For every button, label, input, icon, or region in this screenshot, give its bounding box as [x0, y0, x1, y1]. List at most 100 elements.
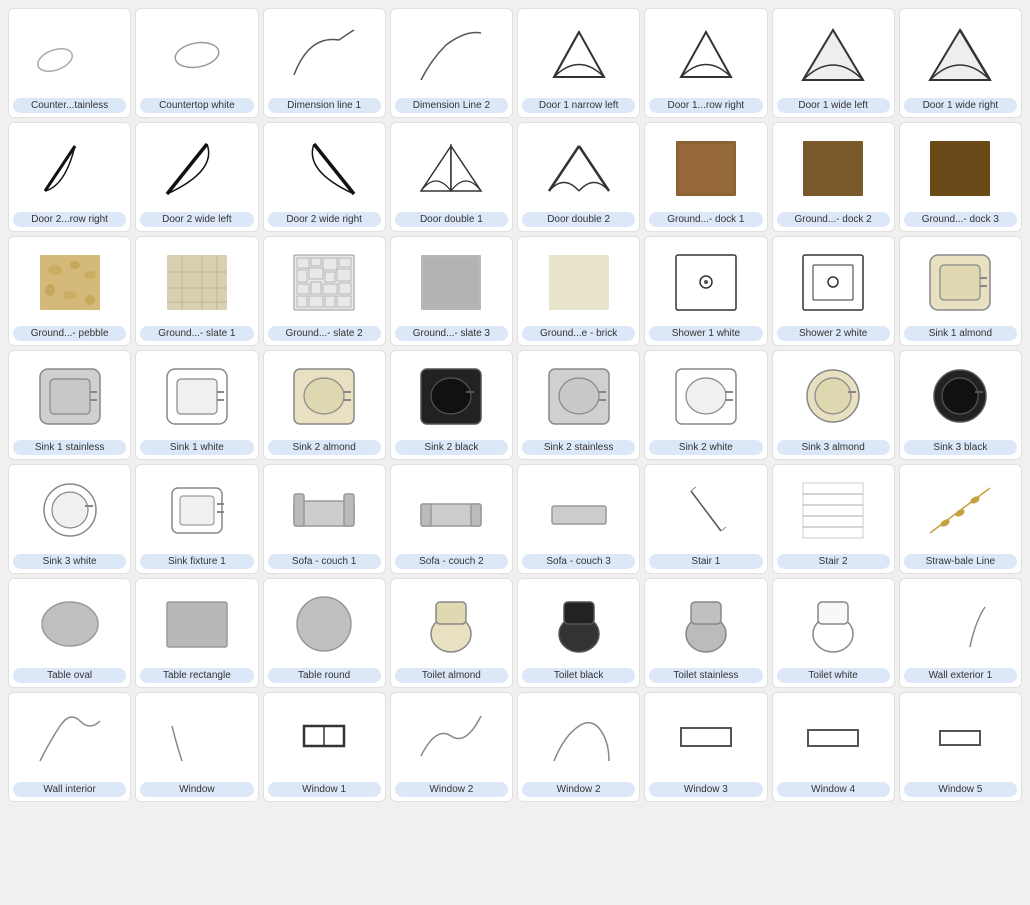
icon-table-round — [268, 585, 381, 664]
grid-cell-window[interactable]: Window — [135, 692, 258, 802]
grid-cell-wall-exterior-1[interactable]: Wall exterior 1 — [899, 578, 1022, 688]
grid-cell-ground-slate-3[interactable]: Ground...- slate 3 — [390, 236, 513, 346]
grid-cell-window-5[interactable]: Window 5 — [899, 692, 1022, 802]
grid-cell-window-1[interactable]: Window 1 — [263, 692, 386, 802]
grid-cell-stair-2[interactable]: Stair 2 — [772, 464, 895, 574]
cell-label-sink-2-black: Sink 2 black — [395, 440, 508, 455]
grid-cell-toilet-black[interactable]: Toilet black — [517, 578, 640, 688]
grid-cell-wall-interior[interactable]: Wall interior — [8, 692, 131, 802]
grid-cell-door-2-wide-left[interactable]: Door 2 wide left — [135, 122, 258, 232]
icon-sink-3-white — [13, 471, 126, 550]
icon-sink-2-stainless — [522, 357, 635, 436]
cell-label-door-1-wide-right: Door 1 wide right — [904, 98, 1017, 113]
cell-label-ground-slate-3: Ground...- slate 3 — [395, 326, 508, 341]
grid-cell-door-1-wide-left[interactable]: Door 1 wide left — [772, 8, 895, 118]
cell-label-dimension-line-1: Dimension line 1 — [268, 98, 381, 113]
icon-ground-brick — [522, 243, 635, 322]
icon-door-double-2 — [522, 129, 635, 208]
grid-cell-dimension-line-1[interactable]: Dimension line 1 — [263, 8, 386, 118]
cell-label-table-round: Table round — [268, 668, 381, 683]
grid-cell-table-rectangle[interactable]: Table rectangle — [135, 578, 258, 688]
icon-countertop-stainless — [13, 15, 126, 94]
cell-label-stair-2: Stair 2 — [777, 554, 890, 569]
cell-label-dimension-line-2: Dimension Line 2 — [395, 98, 508, 113]
grid-cell-ground-slate-2[interactable]: Ground...- slate 2 — [263, 236, 386, 346]
icon-door-1-wide-right — [904, 15, 1017, 94]
grid-cell-sink-3-almond[interactable]: Sink 3 almond — [772, 350, 895, 460]
grid-cell-sofa-couch-1[interactable]: Sofa - couch 1 — [263, 464, 386, 574]
grid-cell-ground-dock-1[interactable]: Ground...- dock 1 — [644, 122, 767, 232]
grid-cell-countertop-stainless[interactable]: Counter...tainless — [8, 8, 131, 118]
cell-label-countertop-white: Countertop white — [140, 98, 253, 113]
icon-window-5 — [904, 699, 1017, 778]
grid-cell-table-round[interactable]: Table round — [263, 578, 386, 688]
icon-door-2-wide-right — [268, 129, 381, 208]
icon-straw-bale-line — [904, 471, 1017, 550]
grid-cell-table-oval[interactable]: Table oval — [8, 578, 131, 688]
cell-label-door-1-narrow-left: Door 1 narrow left — [522, 98, 635, 113]
grid-cell-window-2b[interactable]: Window 2 — [517, 692, 640, 802]
cell-label-wall-interior: Wall interior — [13, 782, 126, 797]
grid-cell-window-2[interactable]: Window 2 — [390, 692, 513, 802]
cell-label-shower-1-white: Shower 1 white — [649, 326, 762, 341]
grid-cell-ground-pebble[interactable]: Ground...- pebble — [8, 236, 131, 346]
icon-sink-fixture-1 — [140, 471, 253, 550]
grid-cell-sink-1-almond[interactable]: Sink 1 almond — [899, 236, 1022, 346]
grid-cell-sofa-couch-2[interactable]: Sofa - couch 2 — [390, 464, 513, 574]
grid-cell-sink-3-white[interactable]: Sink 3 white — [8, 464, 131, 574]
icon-grid: Counter...tainless Countertop white Dimens… — [0, 0, 1030, 810]
grid-cell-toilet-stainless[interactable]: Toilet stainless — [644, 578, 767, 688]
cell-label-sink-2-stainless: Sink 2 stainless — [522, 440, 635, 455]
cell-label-window-1: Window 1 — [268, 782, 381, 797]
grid-cell-stair-1[interactable]: Stair 1 — [644, 464, 767, 574]
grid-cell-sofa-couch-3[interactable]: Sofa - couch 3 — [517, 464, 640, 574]
grid-cell-door-2-wide-right[interactable]: Door 2 wide right — [263, 122, 386, 232]
icon-sink-1-almond — [904, 243, 1017, 322]
grid-cell-sink-3-black[interactable]: Sink 3 black — [899, 350, 1022, 460]
grid-cell-straw-bale-line[interactable]: Straw-bale Line — [899, 464, 1022, 574]
icon-countertop-white — [140, 15, 253, 94]
grid-cell-sink-2-white[interactable]: Sink 2 white — [644, 350, 767, 460]
grid-cell-sink-2-almond[interactable]: Sink 2 almond — [263, 350, 386, 460]
grid-cell-door-1-narrow-left[interactable]: Door 1 narrow left — [517, 8, 640, 118]
icon-door-2-wide-left — [140, 129, 253, 208]
icon-ground-dock-1 — [649, 129, 762, 208]
cell-label-sink-2-white: Sink 2 white — [649, 440, 762, 455]
grid-cell-sink-fixture-1[interactable]: Sink fixture 1 — [135, 464, 258, 574]
icon-toilet-stainless — [649, 585, 762, 664]
cell-label-door-1-narrow-right: Door 1...row right — [649, 98, 762, 113]
cell-label-door-2-wide-right: Door 2 wide right — [268, 212, 381, 227]
cell-label-ground-dock-1: Ground...- dock 1 — [649, 212, 762, 227]
grid-cell-window-3[interactable]: Window 3 — [644, 692, 767, 802]
grid-cell-ground-slate-1[interactable]: Ground...- slate 1 — [135, 236, 258, 346]
grid-cell-ground-dock-2[interactable]: Ground...- dock 2 — [772, 122, 895, 232]
grid-cell-sink-2-stainless[interactable]: Sink 2 stainless — [517, 350, 640, 460]
grid-cell-shower-2-white[interactable]: Shower 2 white — [772, 236, 895, 346]
cell-label-door-1-wide-left: Door 1 wide left — [777, 98, 890, 113]
grid-cell-ground-dock-3[interactable]: Ground...- dock 3 — [899, 122, 1022, 232]
grid-cell-dimension-line-2[interactable]: Dimension Line 2 — [390, 8, 513, 118]
icon-ground-slate-2 — [268, 243, 381, 322]
grid-cell-sink-2-black[interactable]: Sink 2 black — [390, 350, 513, 460]
grid-cell-toilet-white[interactable]: Toilet white — [772, 578, 895, 688]
cell-label-door-2-wide-left: Door 2 wide left — [140, 212, 253, 227]
cell-label-window-3: Window 3 — [649, 782, 762, 797]
grid-cell-ground-brick[interactable]: Ground...e - brick — [517, 236, 640, 346]
grid-cell-toilet-almond[interactable]: Toilet almond — [390, 578, 513, 688]
grid-cell-countertop-white[interactable]: Countertop white — [135, 8, 258, 118]
grid-cell-door-2-narrow-right[interactable]: Door 2...row right — [8, 122, 131, 232]
grid-cell-shower-1-white[interactable]: Shower 1 white — [644, 236, 767, 346]
grid-cell-door-double-2[interactable]: Door double 2 — [517, 122, 640, 232]
icon-ground-dock-3 — [904, 129, 1017, 208]
grid-cell-sink-1-white[interactable]: Sink 1 white — [135, 350, 258, 460]
grid-cell-sink-1-stainless[interactable]: Sink 1 stainless — [8, 350, 131, 460]
grid-cell-window-4[interactable]: Window 4 — [772, 692, 895, 802]
cell-label-ground-slate-1: Ground...- slate 1 — [140, 326, 253, 341]
grid-cell-door-1-wide-right[interactable]: Door 1 wide right — [899, 8, 1022, 118]
cell-label-sink-1-almond: Sink 1 almond — [904, 326, 1017, 341]
cell-label-door-double-2: Door double 2 — [522, 212, 635, 227]
grid-cell-door-1-narrow-right[interactable]: Door 1...row right — [644, 8, 767, 118]
cell-label-sink-3-white: Sink 3 white — [13, 554, 126, 569]
grid-cell-door-double-1[interactable]: Door double 1 — [390, 122, 513, 232]
icon-wall-exterior-1 — [904, 585, 1017, 664]
